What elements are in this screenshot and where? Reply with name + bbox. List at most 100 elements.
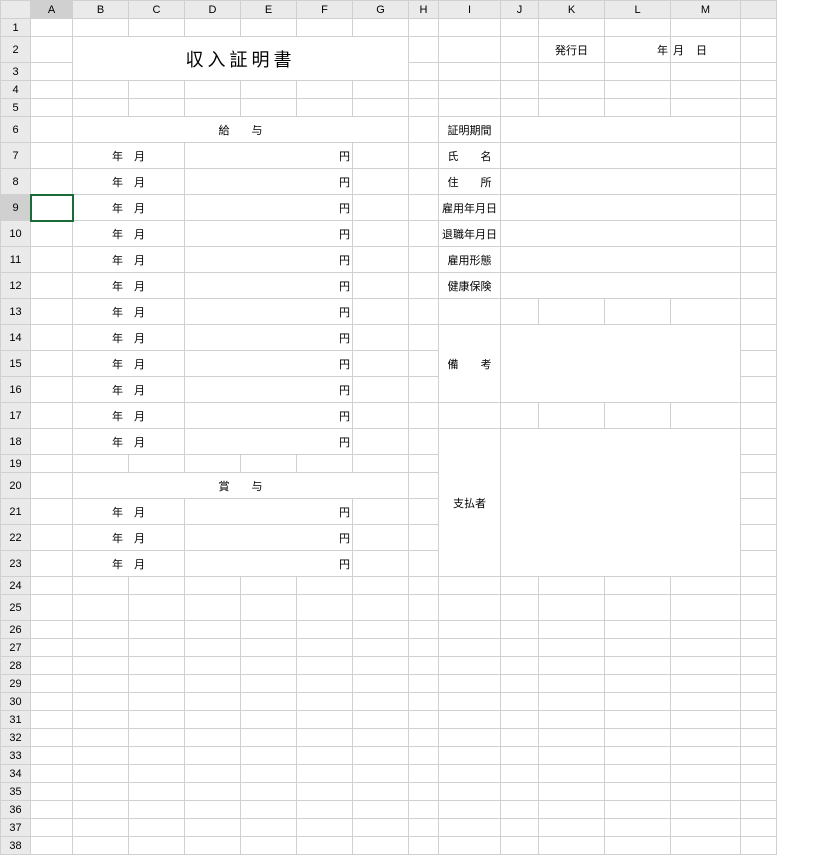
salary-ym: 年 月: [73, 247, 185, 273]
col-header[interactable]: B: [73, 1, 129, 19]
remarks-value: [501, 325, 741, 403]
row-header[interactable]: 9: [1, 195, 31, 221]
issue-day-label: 日: [696, 45, 707, 57]
row-header[interactable]: 30: [1, 693, 31, 711]
row-header[interactable]: 25: [1, 595, 31, 621]
row-header[interactable]: 7: [1, 143, 31, 169]
salary-amount: 円: [185, 325, 353, 351]
row-header[interactable]: 11: [1, 247, 31, 273]
row-header[interactable]: 15: [1, 351, 31, 377]
row-header[interactable]: 2: [1, 37, 31, 63]
salary-amount: 円: [185, 195, 353, 221]
col-header[interactable]: M: [671, 1, 741, 19]
row-header[interactable]: 38: [1, 837, 31, 855]
bonus-amount: 円: [185, 551, 353, 577]
salary-amount: 円: [185, 143, 353, 169]
row-header[interactable]: 1: [1, 19, 31, 37]
row-header[interactable]: 10: [1, 221, 31, 247]
col-header[interactable]: H: [409, 1, 439, 19]
salary-ym: 年 月: [73, 169, 185, 195]
col-header[interactable]: L: [605, 1, 671, 19]
row-header[interactable]: 18: [1, 429, 31, 455]
row-header[interactable]: 16: [1, 377, 31, 403]
salary-amount: 円: [185, 221, 353, 247]
salary-amount: 円: [185, 403, 353, 429]
col-header[interactable]: I: [439, 1, 501, 19]
bonus-amount: 円: [185, 525, 353, 551]
row-header[interactable]: 34: [1, 765, 31, 783]
row-header[interactable]: 29: [1, 675, 31, 693]
row-header[interactable]: 37: [1, 819, 31, 837]
col-header[interactable]: E: [241, 1, 297, 19]
salary-amount: 円: [185, 169, 353, 195]
row-header[interactable]: 31: [1, 711, 31, 729]
payer-value: [501, 429, 741, 577]
col-header[interactable]: K: [539, 1, 605, 19]
row-header[interactable]: 27: [1, 639, 31, 657]
payer-label: 支払者: [439, 429, 501, 577]
row-header[interactable]: 12: [1, 273, 31, 299]
col-header[interactable]: [741, 1, 777, 19]
row-header[interactable]: 23: [1, 551, 31, 577]
salary-ym: 年 月: [73, 325, 185, 351]
salary-ym: 年 月: [73, 143, 185, 169]
row-header[interactable]: 22: [1, 525, 31, 551]
bonus-section-header: 賞 与: [73, 473, 409, 499]
row-header[interactable]: 13: [1, 299, 31, 325]
salary-ym: 年 月: [73, 403, 185, 429]
col-header[interactable]: G: [353, 1, 409, 19]
salary-ym: 年 月: [73, 221, 185, 247]
issue-year-label: 年: [605, 37, 671, 63]
hire-date-label: 雇用年月日: [439, 195, 501, 221]
row-header[interactable]: 26: [1, 621, 31, 639]
row-header[interactable]: 35: [1, 783, 31, 801]
salary-amount: 円: [185, 273, 353, 299]
row-header[interactable]: 5: [1, 99, 31, 117]
selected-cell[interactable]: [31, 195, 73, 221]
salary-amount: 円: [185, 351, 353, 377]
row-header[interactable]: 21: [1, 499, 31, 525]
select-all-corner[interactable]: [1, 1, 31, 19]
remarks-label: 備 考: [439, 325, 501, 403]
row-header[interactable]: 20: [1, 473, 31, 499]
row-header[interactable]: 14: [1, 325, 31, 351]
row-header[interactable]: 24: [1, 577, 31, 595]
row-header[interactable]: 17: [1, 403, 31, 429]
col-header[interactable]: A: [31, 1, 73, 19]
salary-ym: 年 月: [73, 195, 185, 221]
salary-amount: 円: [185, 247, 353, 273]
row-header[interactable]: 6: [1, 117, 31, 143]
salary-amount: 円: [185, 299, 353, 325]
row-header[interactable]: 28: [1, 657, 31, 675]
salary-amount: 円: [185, 377, 353, 403]
row-header[interactable]: 33: [1, 747, 31, 765]
column-header-row: A B C D E F G H I J K L M: [1, 1, 777, 19]
row-header[interactable]: 36: [1, 801, 31, 819]
salary-amount: 円: [185, 429, 353, 455]
employment-type-label: 雇用形態: [439, 247, 501, 273]
col-header[interactable]: F: [297, 1, 353, 19]
leave-date-label: 退職年月日: [439, 221, 501, 247]
bonus-ym: 年 月: [73, 525, 185, 551]
period-label: 証明期間: [439, 117, 501, 143]
salary-ym: 年 月: [73, 351, 185, 377]
address-label: 住 所: [439, 169, 501, 195]
row-header[interactable]: 19: [1, 455, 31, 473]
issue-month-label: 月: [673, 45, 684, 57]
name-label: 氏 名: [439, 143, 501, 169]
row-header[interactable]: 8: [1, 169, 31, 195]
bonus-amount: 円: [185, 499, 353, 525]
col-header[interactable]: C: [129, 1, 185, 19]
salary-ym: 年 月: [73, 377, 185, 403]
col-header[interactable]: D: [185, 1, 241, 19]
salary-section-header: 給 与: [73, 117, 409, 143]
bonus-ym: 年 月: [73, 551, 185, 577]
insurance-label: 健康保険: [439, 273, 501, 299]
row-header[interactable]: 4: [1, 81, 31, 99]
spreadsheet-grid[interactable]: A B C D E F G H I J K L M 1 2 収入証明書 発行日 …: [0, 0, 777, 855]
salary-ym: 年 月: [73, 429, 185, 455]
row-header[interactable]: 3: [1, 63, 31, 81]
issue-date-label: 発行日: [539, 37, 605, 63]
salary-ym: 年 月: [73, 273, 185, 299]
col-header[interactable]: J: [501, 1, 539, 19]
